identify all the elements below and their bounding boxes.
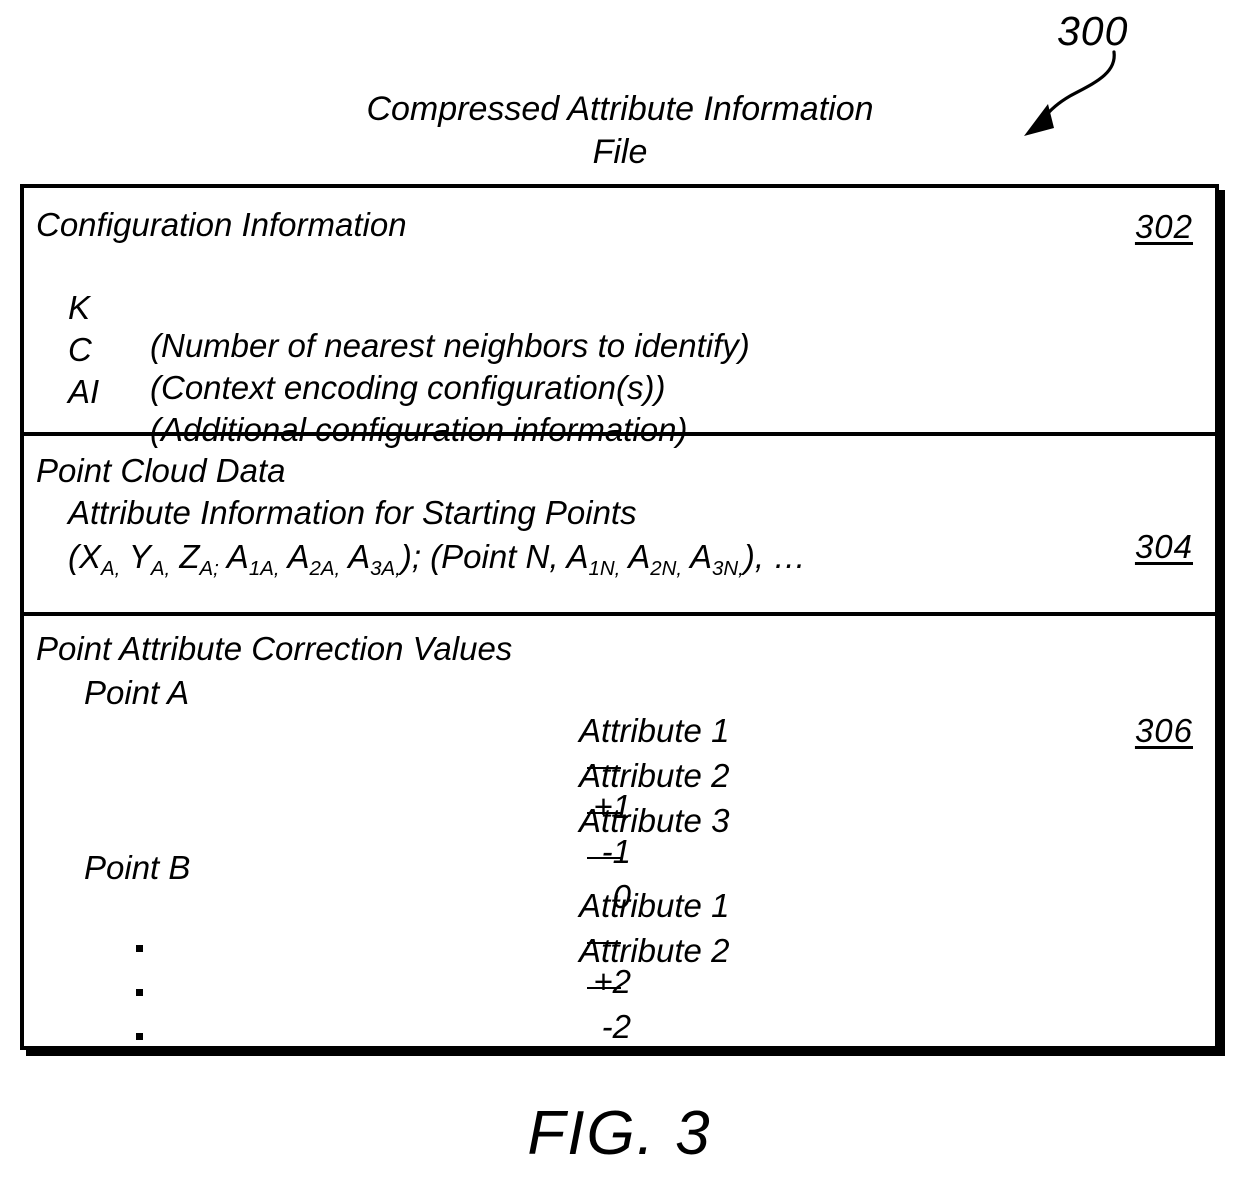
attribute-value: -2 — [601, 1008, 632, 1045]
configuration-heading: Configuration Information — [36, 206, 407, 243]
configuration-key: AI — [68, 373, 100, 410]
attribute-name: Attribute 2 — [579, 932, 730, 969]
vertical-ellipsis-dot-icon — [136, 989, 143, 996]
point-label: Point B — [84, 849, 191, 886]
section-reference-302: 302 — [1134, 208, 1193, 245]
figure-title: Compressed Attribute Information File — [366, 90, 874, 171]
section-point-cloud-data: 304 Point Cloud Data Attribute Informati… — [24, 432, 1215, 612]
section-configuration-information: 302 Configuration Information K (Number … — [24, 188, 1215, 448]
attribute-name: Attribute 3 — [579, 802, 730, 839]
figure-caption: FIG. 3 — [527, 1099, 712, 1168]
point-cloud-data-heading: Point Cloud Data — [36, 452, 286, 489]
configuration-description: (Context encoding configuration(s)) — [150, 369, 666, 406]
point-cloud-data-subheading: Attribute Information for Starting Point… — [68, 494, 637, 531]
section-reference-304: 304 — [1134, 528, 1193, 565]
point-cloud-data-expression: (XA, YA, ZA; A1A, A2A, A3A,); (Point N, … — [68, 538, 807, 580]
section-reference-306: 306 — [1134, 712, 1193, 749]
vertical-ellipsis-dot-icon — [136, 945, 143, 952]
attribute-dash-separator-icon — [587, 987, 622, 990]
section-point-attribute-correction-values: 306 Point Attribute Correction Values Po… — [24, 612, 1215, 1045]
point-label: Point A — [84, 674, 190, 711]
attribute-row: Attribute 2 -2 — [524, 894, 729, 1084]
configuration-description: (Number of nearest neighbors to identify… — [150, 327, 750, 364]
vertical-ellipsis-dot-icon — [136, 1033, 143, 1040]
compressed-attribute-information-file-box: 302 Configuration Information K (Number … — [20, 184, 1219, 1050]
correction-values-heading: Point Attribute Correction Values — [36, 630, 513, 667]
